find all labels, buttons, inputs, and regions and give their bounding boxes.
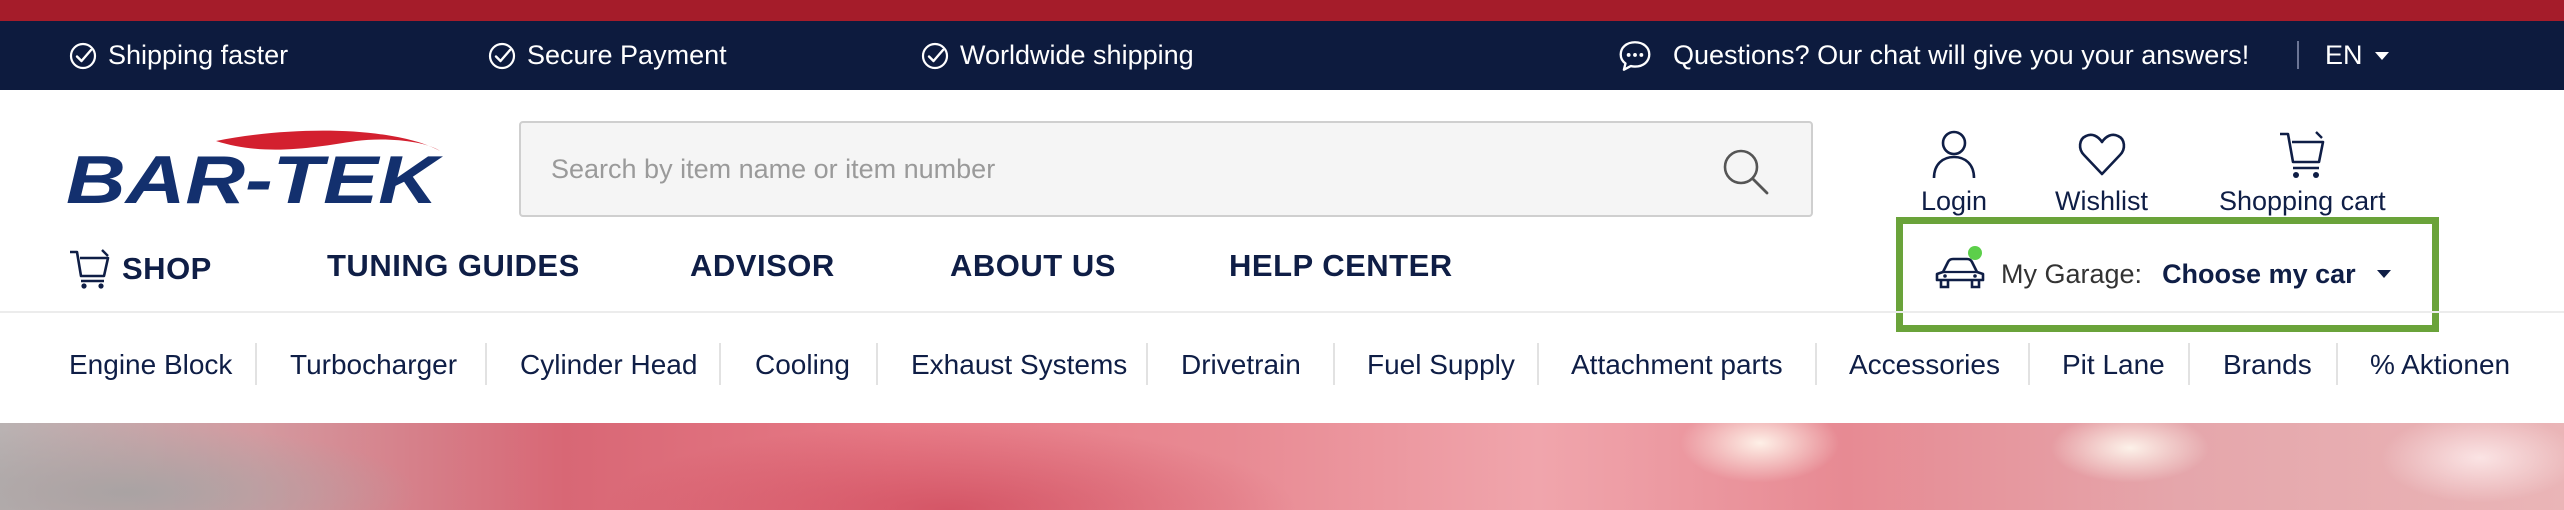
category-aktionen[interactable]: % Aktionen bbox=[2370, 349, 2510, 381]
nav-help-center[interactable]: HELP CENTER bbox=[1229, 248, 1453, 284]
wishlist-label: Wishlist bbox=[2055, 186, 2148, 216]
category-engine-block[interactable]: Engine Block bbox=[69, 349, 232, 381]
hero-light-glow bbox=[1680, 423, 1840, 483]
chat-label: Questions? Our chat will give you your a… bbox=[1673, 40, 2250, 70]
nav-tuning-guides-label: TUNING GUIDES bbox=[327, 248, 580, 283]
cart-icon bbox=[2280, 131, 2325, 178]
category-separator bbox=[485, 343, 487, 385]
svg-text:BAR-TEK: BAR-TEK bbox=[66, 142, 444, 211]
check-circle-icon bbox=[69, 42, 97, 69]
usp-bar: Shipping faster Secure Payment Worldwide… bbox=[0, 21, 2564, 90]
nav-shop[interactable]: SHOP bbox=[68, 248, 212, 290]
category-separator bbox=[1537, 343, 1539, 385]
category-cooling[interactable]: Cooling bbox=[755, 349, 850, 381]
category-separator bbox=[876, 343, 878, 385]
category-separator bbox=[2336, 343, 2338, 385]
usp-label: Worldwide shipping bbox=[960, 40, 1194, 70]
usp-divider bbox=[2297, 41, 2299, 69]
chat-link[interactable]: Questions? Our chat will give you your a… bbox=[1617, 21, 2249, 90]
usp-label: Shipping faster bbox=[108, 40, 289, 70]
search-input[interactable] bbox=[551, 123, 1701, 215]
hero-banner-image bbox=[0, 423, 2564, 510]
garage-content[interactable]: My Garage: Choose my car bbox=[1933, 244, 2356, 304]
nav-advisor-label: ADVISOR bbox=[690, 248, 835, 283]
hero-light-glow bbox=[2380, 423, 2564, 503]
garage-value: Choose my car bbox=[2162, 258, 2356, 289]
hero-light-glow bbox=[2050, 423, 2210, 483]
hero-blur-shape bbox=[0, 423, 420, 510]
check-circle-icon bbox=[921, 42, 949, 69]
category-separator bbox=[1815, 343, 1817, 385]
category-separator bbox=[2188, 343, 2190, 385]
search-icon[interactable] bbox=[1721, 147, 1771, 197]
bartek-logo-graphic: BAR-TEK bbox=[66, 130, 444, 218]
bartek-logo[interactable]: BAR-TEK bbox=[66, 127, 444, 218]
usp-worldwide-shipping: Worldwide shipping bbox=[920, 21, 1194, 90]
category-brands[interactable]: Brands bbox=[2223, 349, 2312, 381]
nav-about-us-label: ABOUT US bbox=[950, 248, 1116, 283]
usp-label: Secure Payment bbox=[527, 40, 727, 70]
garage-label: My Garage: bbox=[2001, 258, 2143, 289]
nav-tuning-guides[interactable]: TUNING GUIDES bbox=[327, 248, 580, 284]
category-separator bbox=[1333, 343, 1335, 385]
category-drivetrain[interactable]: Drivetrain bbox=[1181, 349, 1301, 381]
wishlist-button[interactable]: Wishlist bbox=[2055, 128, 2148, 217]
chevron-down-icon bbox=[2374, 51, 2389, 60]
category-pit-lane[interactable]: Pit Lane bbox=[2062, 349, 2165, 381]
language-label: EN bbox=[2325, 40, 2363, 70]
top-red-stripe bbox=[0, 0, 2564, 21]
category-bar: Engine Block Turbocharger Cylinder Head … bbox=[0, 313, 2564, 423]
shopping-cart-button[interactable]: Shopping cart bbox=[2219, 128, 2386, 217]
login-button[interactable]: Login bbox=[1921, 128, 1987, 217]
category-exhaust-systems[interactable]: Exhaust Systems bbox=[911, 349, 1127, 381]
cart-icon bbox=[70, 249, 110, 289]
category-turbocharger[interactable]: Turbocharger bbox=[290, 349, 457, 381]
nav-about-us[interactable]: ABOUT US bbox=[950, 248, 1116, 284]
category-separator bbox=[255, 343, 257, 385]
status-dot bbox=[1968, 246, 1982, 260]
category-fuel-supply[interactable]: Fuel Supply bbox=[1367, 349, 1515, 381]
category-separator bbox=[2028, 343, 2030, 385]
nav-help-center-label: HELP CENTER bbox=[1229, 248, 1453, 283]
cart-label: Shopping cart bbox=[2219, 186, 2386, 216]
search-box bbox=[519, 121, 1813, 217]
nav-advisor[interactable]: ADVISOR bbox=[690, 248, 835, 284]
category-separator bbox=[719, 343, 721, 385]
car-icon bbox=[1933, 246, 1987, 294]
language-selector[interactable]: EN bbox=[2325, 21, 2389, 90]
login-label: Login bbox=[1921, 186, 1988, 216]
heart-icon bbox=[2078, 133, 2125, 176]
category-attachment-parts[interactable]: Attachment parts bbox=[1571, 349, 1783, 381]
category-accessories[interactable]: Accessories bbox=[1849, 349, 2000, 381]
check-circle-icon bbox=[488, 42, 516, 69]
user-icon bbox=[1932, 130, 1976, 179]
nav-shop-label: SHOP bbox=[122, 251, 212, 286]
usp-secure-payment: Secure Payment bbox=[487, 21, 727, 90]
category-cylinder-head[interactable]: Cylinder Head bbox=[520, 349, 697, 381]
category-separator bbox=[1146, 343, 1148, 385]
chat-bubble-icon bbox=[1619, 40, 1651, 71]
hero-blur-shape bbox=[600, 423, 1300, 510]
chevron-down-icon[interactable] bbox=[2377, 270, 2391, 278]
usp-shipping-faster: Shipping faster bbox=[68, 21, 288, 90]
